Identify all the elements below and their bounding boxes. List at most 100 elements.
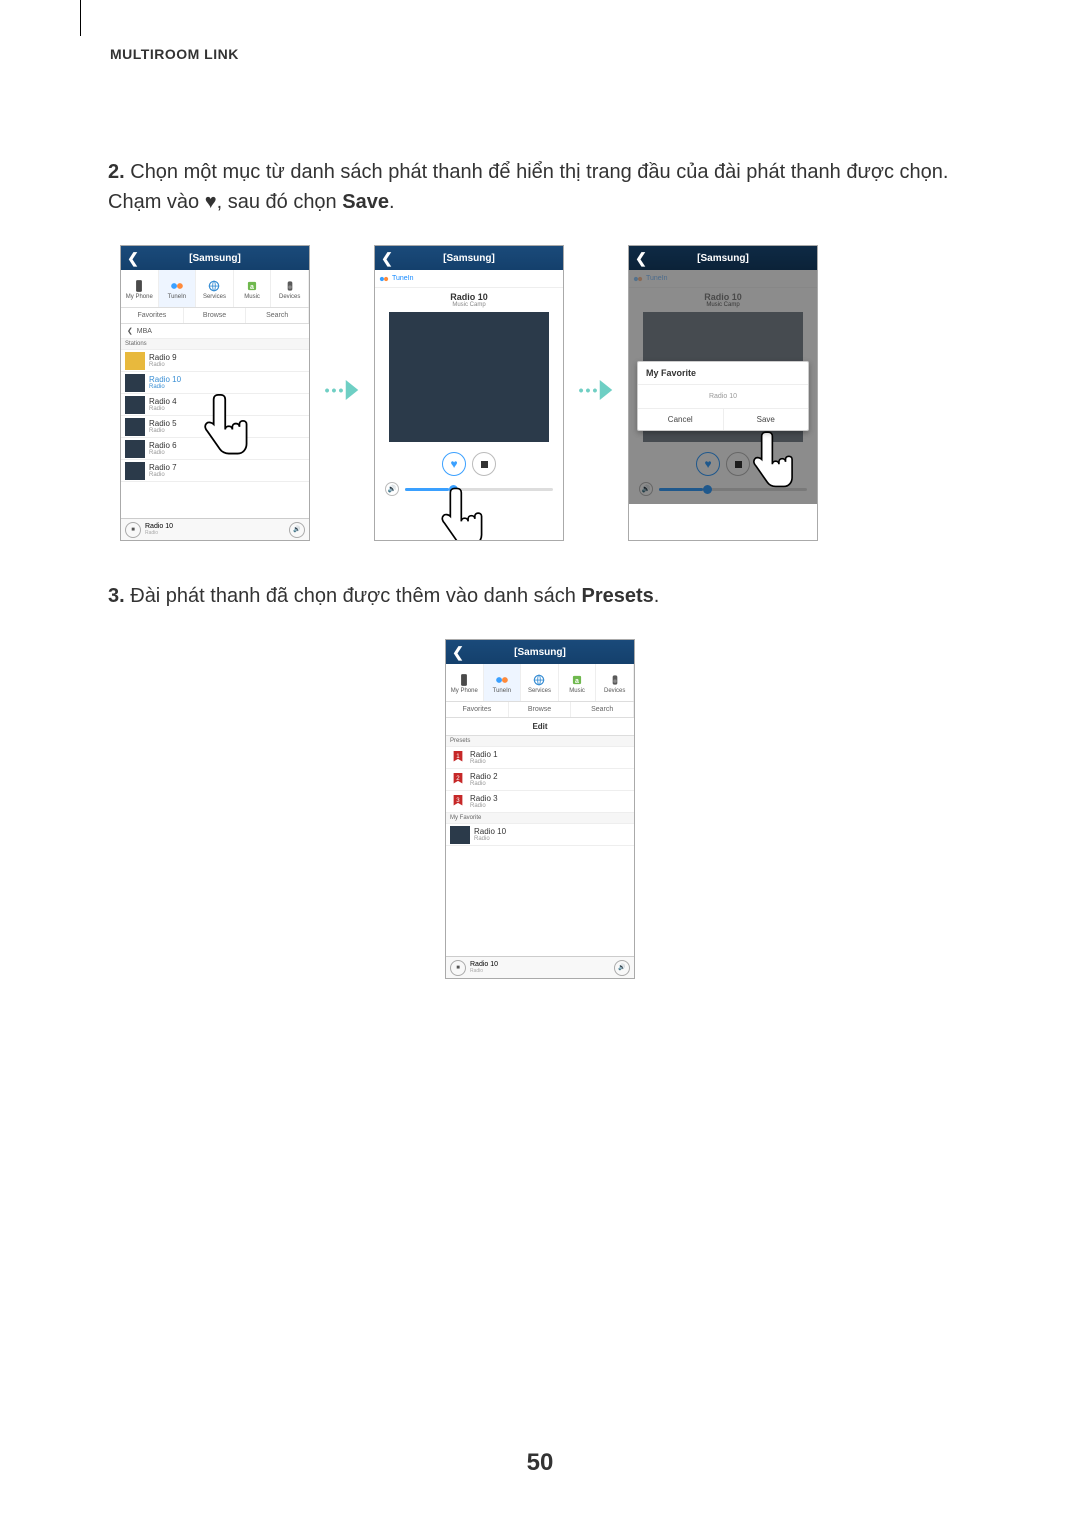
station-thumb bbox=[125, 374, 145, 392]
tab-favorites[interactable]: Favorites bbox=[121, 308, 184, 323]
sub-tab-row: Favorites Browse Search bbox=[121, 308, 309, 324]
favorite-heart-button[interactable]: ♥ bbox=[442, 452, 466, 476]
screenshot-player: ❮ [Samsung] TuneIn Radio 10 Music Camp ♥… bbox=[374, 245, 564, 541]
app-title-bar: ❮ [Samsung] bbox=[446, 640, 634, 664]
station-row[interactable]: Radio 6Radio bbox=[121, 438, 309, 460]
station-thumb bbox=[125, 440, 145, 458]
svg-text:a: a bbox=[250, 284, 254, 291]
page-number: 50 bbox=[0, 1449, 1080, 1477]
svg-text:1: 1 bbox=[456, 753, 460, 760]
preset-row[interactable]: 2Radio 2Radio bbox=[446, 769, 634, 791]
screenshot-row-2: ❮ [Samsung] My Phone TuneIn Services aMu… bbox=[80, 639, 1000, 979]
modal-title: My Favorite bbox=[638, 362, 808, 385]
arrow-right-icon: ••• bbox=[576, 380, 616, 400]
svg-text:3: 3 bbox=[456, 797, 460, 804]
breadcrumb[interactable]: ❮ MBA bbox=[121, 324, 309, 339]
stop-icon[interactable]: ■ bbox=[125, 522, 141, 538]
my-phone-tab[interactable]: My Phone bbox=[121, 270, 159, 307]
back-chevron-icon[interactable]: ❮ bbox=[375, 250, 399, 267]
section-presets: Presets bbox=[446, 736, 634, 747]
tab-search[interactable]: Search bbox=[246, 308, 309, 323]
stop-button[interactable] bbox=[472, 452, 496, 476]
album-art bbox=[389, 312, 549, 442]
title-bar-text: [Samsung] bbox=[470, 647, 634, 658]
station-thumb bbox=[125, 396, 145, 414]
station-thumb bbox=[125, 352, 145, 370]
volume-slider[interactable] bbox=[405, 488, 553, 491]
devices-tab[interactable]: Devices bbox=[596, 664, 634, 701]
edit-button[interactable]: Edit bbox=[446, 718, 634, 736]
cancel-button[interactable]: Cancel bbox=[638, 409, 723, 430]
step-2-text: 2. Chọn một mục từ danh sách phát thanh … bbox=[108, 157, 1000, 217]
station-row[interactable]: Radio 9Radio bbox=[121, 350, 309, 372]
volume-row: 🔊 bbox=[375, 482, 563, 504]
heart-icon: ♥ bbox=[205, 191, 217, 213]
section-my-favorite: My Favorite bbox=[446, 813, 634, 824]
page-margin-line bbox=[80, 0, 81, 36]
tunein-tab[interactable]: TuneIn bbox=[484, 664, 522, 701]
stop-icon bbox=[481, 461, 488, 468]
step-3-number: 3. bbox=[108, 585, 125, 607]
arrow-right-icon: ••• bbox=[322, 380, 362, 400]
step-2-number: 2. bbox=[108, 161, 125, 183]
devices-tab[interactable]: Devices bbox=[271, 270, 309, 307]
screenshot-station-list: ❮ [Samsung] My Phone TuneIn Services aMu… bbox=[120, 245, 310, 541]
section-stations: Stations bbox=[121, 339, 309, 350]
page-header: MULTIROOM LINK bbox=[110, 46, 1000, 62]
speaker-icon[interactable]: 🔊 bbox=[614, 960, 630, 976]
screenshot-row-1: ❮ [Samsung] My Phone TuneIn Services aMu… bbox=[120, 245, 1000, 541]
tab-browse[interactable]: Browse bbox=[184, 308, 247, 323]
station-thumb bbox=[450, 826, 470, 844]
speaker-icon[interactable]: 🔊 bbox=[289, 522, 305, 538]
tab-favorites[interactable]: Favorites bbox=[446, 702, 509, 717]
station-row[interactable]: Radio 5Radio bbox=[121, 416, 309, 438]
heart-icon: ♥ bbox=[450, 457, 457, 471]
player-controls: ♥ bbox=[375, 442, 563, 482]
back-chevron-icon[interactable]: ❮ bbox=[121, 250, 145, 267]
services-tab[interactable]: Services bbox=[196, 270, 234, 307]
now-playing-bar[interactable]: ■ Radio 10Radio 🔊 bbox=[121, 518, 309, 540]
modal-buttons: Cancel Save bbox=[638, 408, 808, 430]
save-button[interactable]: Save bbox=[723, 409, 809, 430]
favorite-row[interactable]: Radio 10Radio bbox=[446, 824, 634, 846]
tab-search[interactable]: Search bbox=[571, 702, 634, 717]
back-chevron-icon[interactable]: ❮ bbox=[446, 644, 470, 661]
flag-icon: 2 bbox=[452, 773, 464, 787]
tab-browse[interactable]: Browse bbox=[509, 702, 572, 717]
preset-row[interactable]: 3Radio 3Radio bbox=[446, 791, 634, 813]
my-phone-tab[interactable]: My Phone bbox=[446, 664, 484, 701]
music-tab[interactable]: aMusic bbox=[559, 664, 597, 701]
save-modal: My Favorite Radio 10 Cancel Save bbox=[637, 361, 809, 431]
svg-text:2: 2 bbox=[456, 775, 460, 782]
svg-text:a: a bbox=[575, 678, 579, 685]
stop-icon[interactable]: ■ bbox=[450, 960, 466, 976]
app-title-bar: ❮ [Samsung] bbox=[121, 246, 309, 270]
volume-icon[interactable]: 🔊 bbox=[385, 482, 399, 496]
station-row-selected[interactable]: Radio 10Radio bbox=[121, 372, 309, 394]
title-bar-text: [Samsung] bbox=[653, 253, 817, 264]
services-tab[interactable]: Services bbox=[521, 664, 559, 701]
back-chevron-icon[interactable]: ❮ bbox=[629, 250, 653, 267]
source-tab-row: My Phone TuneIn Services aMusic Devices bbox=[121, 270, 309, 308]
music-tab[interactable]: aMusic bbox=[234, 270, 272, 307]
station-thumb bbox=[125, 418, 145, 436]
sub-tab-row: Favorites Browse Search bbox=[446, 702, 634, 718]
station-row[interactable]: Radio 4Radio bbox=[121, 394, 309, 416]
step-3-text: 3. Đài phát thanh đã chọn được thêm vào … bbox=[108, 581, 1000, 611]
title-bar-text: [Samsung] bbox=[399, 253, 563, 264]
station-thumb bbox=[125, 462, 145, 480]
app-title-bar: ❮ [Samsung] bbox=[629, 246, 817, 270]
now-playing-bar[interactable]: ■ Radio 10Radio 🔊 bbox=[446, 956, 634, 978]
flag-icon: 1 bbox=[452, 751, 464, 765]
modal-body: Radio 10 bbox=[638, 385, 808, 408]
flag-icon: 3 bbox=[452, 795, 464, 809]
tunein-tab[interactable]: TuneIn bbox=[159, 270, 197, 307]
screenshot-presets-list: ❮ [Samsung] My Phone TuneIn Services aMu… bbox=[445, 639, 635, 979]
now-playing-header: Radio 10 Music Camp bbox=[375, 288, 563, 312]
title-bar-text: [Samsung] bbox=[145, 253, 309, 264]
station-row[interactable]: Radio 7Radio bbox=[121, 460, 309, 482]
screenshot-save-dialog: ❮ [Samsung] TuneIn Radio 10 Music Camp ♥… bbox=[628, 245, 818, 541]
source-tab-row: My Phone TuneIn Services aMusic Devices bbox=[446, 664, 634, 702]
preset-row[interactable]: 1Radio 1Radio bbox=[446, 747, 634, 769]
tunein-header[interactable]: TuneIn bbox=[375, 270, 563, 288]
